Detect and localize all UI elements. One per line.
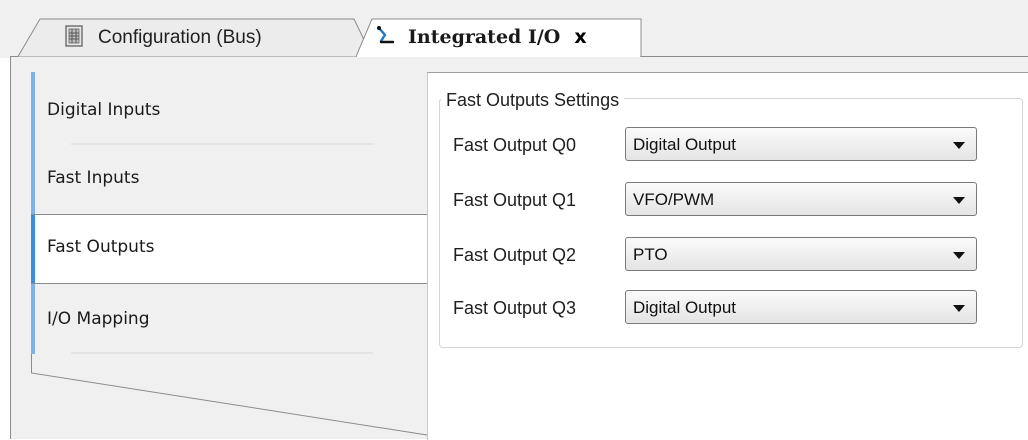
chevron-down-icon [953,197,965,204]
sidebar-item-fast-outputs[interactable]: Fast Outputs [31,215,427,283]
tab-integrated-io[interactable]: Integrated I/O x [356,18,642,57]
sidebar-item-label: Digital Inputs [47,100,161,120]
sidebar-item-io-mapping[interactable]: I/O Mapping [31,284,427,354]
sidebar-item-accent [31,72,35,146]
close-tab-icon[interactable]: x [574,26,586,48]
sidebar-item-accent [31,215,35,283]
tab-configuration-bus[interactable]: Configuration (Bus) [18,18,373,57]
fast-output-q2-label: Fast Output Q2 [453,245,577,265]
dropdown-value: PTO [633,245,668,264]
fast-output-q0-dropdown[interactable]: Digital Output [625,127,977,161]
fast-output-q1-label: Fast Output Q1 [453,190,577,210]
sidebar-item-digital-inputs[interactable]: Digital Inputs [31,72,427,146]
dropdown-value: VFO/PWM [633,190,715,209]
chevron-down-icon [953,252,965,259]
sidebar-item-label: I/O Mapping [47,309,150,329]
sidebar-item-label: Fast Inputs [47,168,140,188]
sidebar-item-fast-inputs[interactable]: Fast Inputs [31,146,427,214]
io-module-icon [376,25,396,49]
fast-output-q3-label: Fast Output Q3 [453,298,577,318]
chevron-down-icon [953,142,965,149]
sidebar-item-accent [31,284,35,354]
bus-configuration-icon [64,25,84,51]
editor-tab-strip: Configuration (Bus) Integrated I/O x [0,0,1028,58]
sidebar-item-accent [31,146,35,214]
fast-output-q0-label: Fast Output Q0 [453,135,577,155]
tab-integrated-io-label: Integrated I/O [408,26,561,48]
dropdown-value: Digital Output [633,298,736,317]
dropdown-value: Digital Output [633,135,736,154]
group-title: Fast Outputs Settings [441,90,625,111]
tab-configuration-bus-label: Configuration (Bus) [98,27,262,48]
sidebar-item-label: Fast Outputs [47,237,155,257]
fast-output-q1-dropdown[interactable]: VFO/PWM [625,182,977,216]
fast-output-q3-dropdown[interactable]: Digital Output [625,290,977,324]
fast-output-q2-dropdown[interactable]: PTO [625,237,977,271]
chevron-down-icon [953,305,965,312]
